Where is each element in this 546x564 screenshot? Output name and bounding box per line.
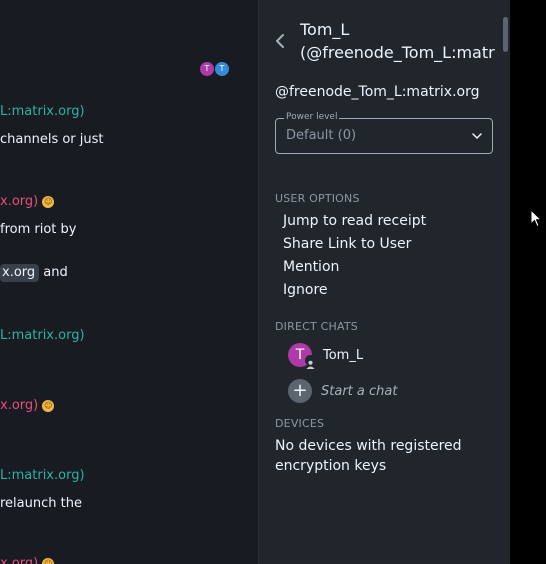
ignore-button[interactable]: Ignore <box>283 282 328 298</box>
power-level-label: Power level <box>284 112 340 122</box>
scrollbar[interactable] <box>503 17 508 52</box>
user-pill[interactable]: x.org <box>0 264 40 282</box>
sender-row: x.org) ☺ <box>0 556 55 564</box>
read-receipt-avatar[interactable]: T <box>215 62 229 76</box>
sender-row: x.org) ☺ <box>0 194 55 209</box>
user-options-heading: USER OPTIONS <box>275 192 360 205</box>
sender-name[interactable]: x.org) <box>0 194 38 209</box>
sender-name[interactable]: x.org) <box>0 398 38 413</box>
smiley-icon: ☺ <box>42 399 55 412</box>
display-name: Tom_L <box>300 20 350 39</box>
direct-chats-heading: DIRECT CHATS <box>275 320 358 333</box>
sender-name[interactable]: L:matrix.org) <box>0 104 85 119</box>
message-text-row: x.org and <box>0 264 68 282</box>
smiley-icon: ☺ <box>42 195 55 208</box>
mouse-cursor-icon <box>530 209 542 228</box>
user-info-panel: Tom_L (@freenode_Tom_L:matr @freenode_To… <box>259 0 510 564</box>
sender-row: x.org) ☺ <box>0 398 55 413</box>
share-link-button[interactable]: Share Link to User <box>283 236 411 252</box>
display-userid: (@freenode_Tom_L:matr <box>300 43 495 62</box>
smiley-icon: ☺ <box>42 557 55 564</box>
message-text: channels or just <box>0 132 104 147</box>
message-text: from riot by <box>0 222 77 237</box>
chevron-down-icon <box>472 133 482 140</box>
sender-name[interactable]: x.org) <box>0 556 38 564</box>
message-text: and <box>43 265 68 280</box>
user-presence-icon <box>305 355 316 369</box>
user-id: @freenode_Tom_L:matrix.org <box>275 84 480 100</box>
jump-to-read-receipt-button[interactable]: Jump to read receipt <box>283 213 426 229</box>
sender-name[interactable]: L:matrix.org) <box>0 468 85 483</box>
power-level-value: Default (0) <box>286 128 357 143</box>
power-level-select[interactable]: Power level Default (0) <box>275 112 493 154</box>
read-receipt-avatar[interactable]: T <box>200 62 214 76</box>
sender-name[interactable]: L:matrix.org) <box>0 328 85 343</box>
background-gap <box>510 0 546 564</box>
devices-heading: DEVICES <box>275 417 325 430</box>
chat-timeline: T T L:matrix.org) channels or just x.org… <box>0 0 258 564</box>
start-chat-button[interactable]: Start a chat <box>321 384 397 399</box>
panel-title: Tom_L (@freenode_Tom_L:matr <box>300 18 495 64</box>
plus-icon[interactable]: + <box>288 379 312 403</box>
direct-chat-name[interactable]: Tom_L <box>323 348 363 363</box>
no-devices-message: No devices with registered encryption ke… <box>275 438 462 474</box>
message-text: relaunch the <box>0 496 82 511</box>
mention-button[interactable]: Mention <box>283 259 339 275</box>
back-icon[interactable] <box>271 31 289 51</box>
read-receipts[interactable]: T T <box>200 62 230 76</box>
